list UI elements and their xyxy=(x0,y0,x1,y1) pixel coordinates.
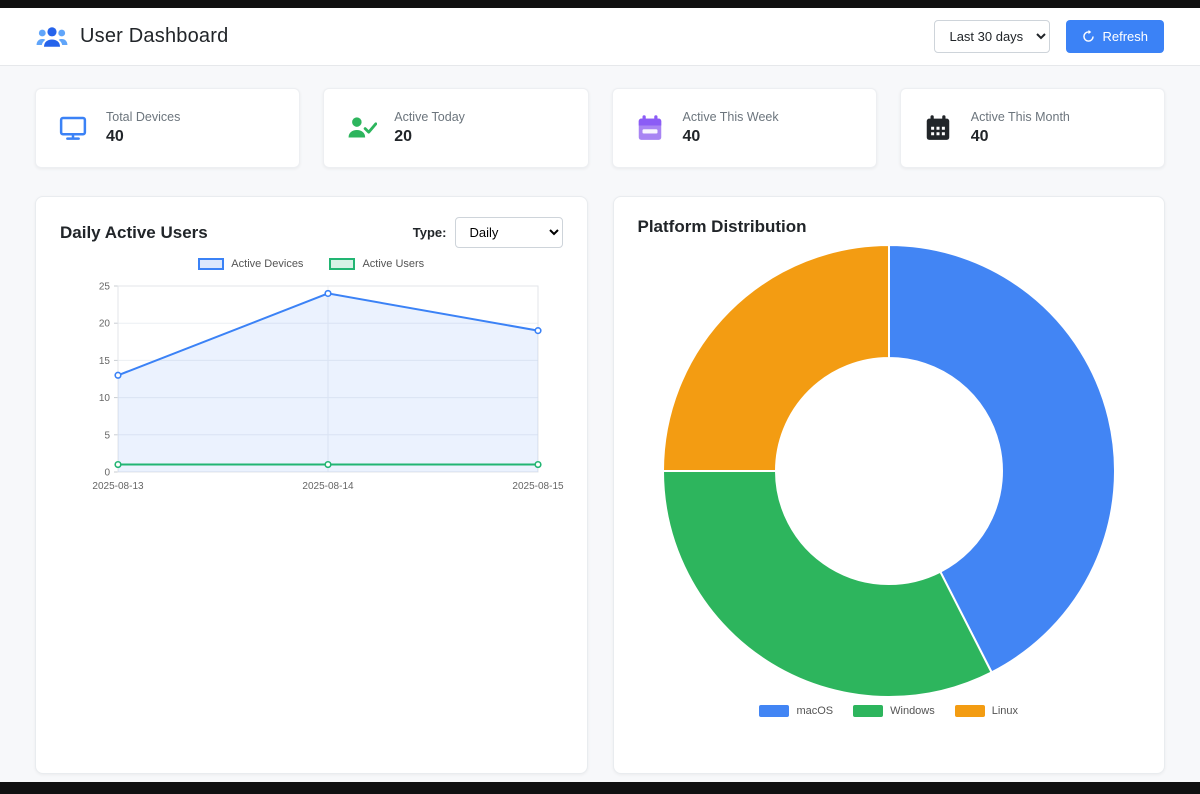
chart-type-select[interactable]: Daily xyxy=(454,217,563,248)
refresh-button[interactable]: Refresh xyxy=(1066,20,1164,53)
stat-value: 40 xyxy=(682,128,701,145)
legend-item-linux[interactable]: Linux xyxy=(954,705,1019,717)
refresh-icon xyxy=(1082,30,1095,43)
svg-text:5: 5 xyxy=(105,430,111,441)
stat-text: Active Today 20 xyxy=(394,110,465,146)
svg-text:0: 0 xyxy=(105,468,111,479)
legend-item-active-devices[interactable]: Active Devices xyxy=(198,258,303,270)
stat-label: Total Devices xyxy=(106,110,181,124)
legend-label: macOS xyxy=(796,705,834,717)
stat-card-active-today: Active Today 20 xyxy=(323,88,589,168)
legend-item-windows[interactable]: Windows xyxy=(853,705,935,717)
svg-text:15: 15 xyxy=(99,356,111,367)
donut-legend: macOS Windows Linux xyxy=(638,705,1141,717)
svg-text:2025-08-14: 2025-08-14 xyxy=(303,481,355,492)
legend-label: Linux xyxy=(991,705,1019,717)
legend-label: Active Devices xyxy=(231,258,304,270)
stat-text: Total Devices 40 xyxy=(106,110,180,146)
stat-text: Active This Month 40 xyxy=(971,110,1070,146)
panels-row: Daily Active Users Type: Daily Active De… xyxy=(35,196,1165,774)
header: User Dashboard Last 30 days Refresh xyxy=(0,8,1200,66)
svg-text:20: 20 xyxy=(99,319,111,330)
svg-text:10: 10 xyxy=(99,393,111,404)
stat-label: Active This Week xyxy=(682,110,779,124)
stat-card-total-devices: Total Devices 40 xyxy=(35,88,301,168)
legend-label: Windows xyxy=(890,705,935,717)
legend-swatch xyxy=(759,705,790,717)
donut-wrap xyxy=(638,241,1141,701)
stat-value: 20 xyxy=(394,128,413,145)
top-border-strip xyxy=(0,0,1200,8)
svg-text:2025-08-15: 2025-08-15 xyxy=(513,481,565,492)
stats-row: Total Devices 40 Active Today 20 Active … xyxy=(35,88,1165,168)
bottom-border-strip xyxy=(0,782,1200,794)
platform-distribution-panel: Platform Distribution macOS Windows Linux xyxy=(612,196,1165,774)
monitor-icon xyxy=(56,112,90,144)
header-controls: Last 30 days Refresh xyxy=(934,20,1164,53)
user-check-icon xyxy=(344,112,378,144)
stat-text: Active This Week 40 xyxy=(683,110,779,146)
legend-item-active-users[interactable]: Active Users xyxy=(329,258,424,270)
daily-active-users-panel: Daily Active Users Type: Daily Active De… xyxy=(35,196,588,774)
stat-card-active-month: Active This Month 40 xyxy=(899,88,1165,168)
svg-text:2025-08-13: 2025-08-13 xyxy=(93,481,145,492)
legend-item-macos[interactable]: macOS xyxy=(759,705,833,717)
platform-distribution-chart xyxy=(661,244,1116,698)
main-content: Total Devices 40 Active Today 20 Active … xyxy=(0,66,1200,782)
legend-swatch xyxy=(853,705,884,717)
refresh-label: Refresh xyxy=(1102,29,1148,44)
chart-type-control: Type: Daily xyxy=(413,217,563,248)
legend-swatch xyxy=(329,258,356,270)
stat-card-active-week: Active This Week 40 xyxy=(611,88,877,168)
page-title: User Dashboard xyxy=(80,25,229,47)
screen: User Dashboard Last 30 days Refresh Tota… xyxy=(0,0,1200,794)
users-group-icon xyxy=(36,24,68,50)
calendar-month-icon xyxy=(921,112,955,144)
daily-active-users-chart: 0 5 10 15 20 25 2025-08-13 2025-08-14 2025-08-15 xyxy=(93,282,565,493)
daily-panel-header: Daily Active Users Type: Daily xyxy=(60,217,563,248)
stat-label: Active This Month xyxy=(970,110,1070,124)
stat-value: 40 xyxy=(970,128,989,145)
range-select[interactable]: Last 30 days xyxy=(934,20,1051,53)
platform-panel-title: Platform Distribution xyxy=(637,217,807,236)
legend-swatch xyxy=(954,705,985,717)
svg-text:25: 25 xyxy=(99,282,111,293)
line-chart-legend: Active Devices Active Users xyxy=(60,258,563,270)
calendar-week-icon xyxy=(633,112,667,144)
stat-label: Active Today xyxy=(394,110,465,124)
legend-label: Active Users xyxy=(362,258,425,270)
stat-value: 40 xyxy=(106,128,124,145)
legend-swatch xyxy=(198,258,225,270)
daily-panel-title: Daily Active Users xyxy=(60,222,208,242)
type-label: Type: xyxy=(412,225,447,240)
